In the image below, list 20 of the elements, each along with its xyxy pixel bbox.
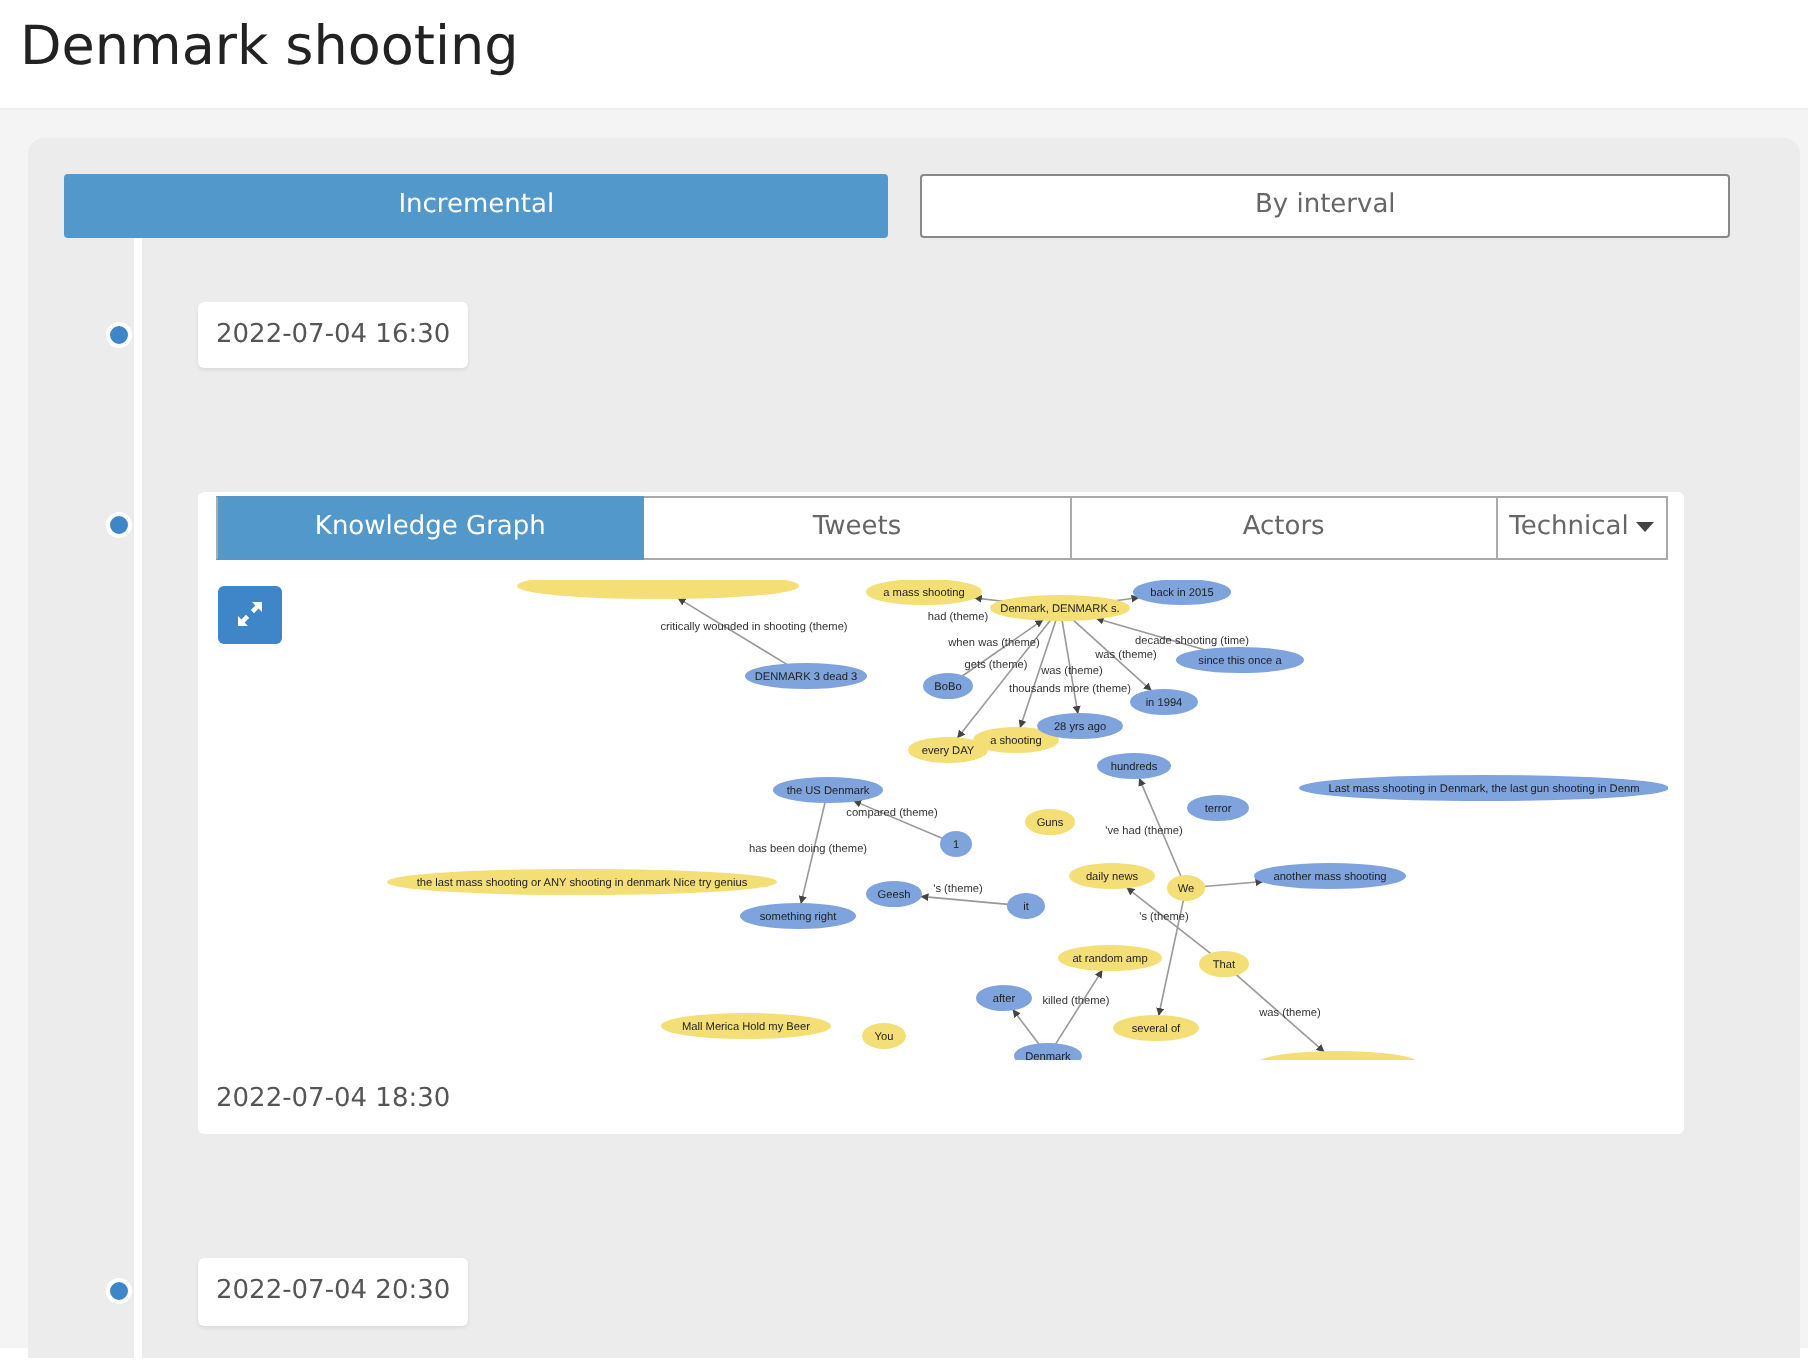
dropdown-tab[interactable]: Technical bbox=[1497, 496, 1668, 560]
graph-node[interactable] bbox=[517, 579, 799, 599]
graph-node[interactable] bbox=[1257, 1050, 1419, 1060]
graph-edge bbox=[1235, 973, 1326, 1053]
graph-edge bbox=[919, 892, 1009, 905]
caret-icon bbox=[1636, 521, 1655, 534]
expand-icon bbox=[236, 600, 264, 629]
tab[interactable]: Actors bbox=[1071, 496, 1498, 560]
timestamp: 2022-07-04 20:30 bbox=[198, 1258, 469, 1326]
timestamp: 2022-07-04 18:30 bbox=[216, 1081, 453, 1118]
timestamp: 2022-07-04 16:30 bbox=[198, 301, 469, 369]
graph-edge bbox=[972, 594, 1004, 603]
tab[interactable]: Tweets bbox=[644, 496, 1072, 560]
mode-button[interactable]: By interval bbox=[920, 174, 1731, 238]
graph-edge bbox=[1138, 776, 1182, 878]
page-title: Denmark shooting bbox=[20, 16, 521, 81]
expand-button[interactable] bbox=[218, 585, 282, 644]
graph-edge bbox=[798, 800, 826, 905]
graph-edge bbox=[1011, 1008, 1040, 1045]
graph-edge bbox=[1114, 594, 1141, 603]
